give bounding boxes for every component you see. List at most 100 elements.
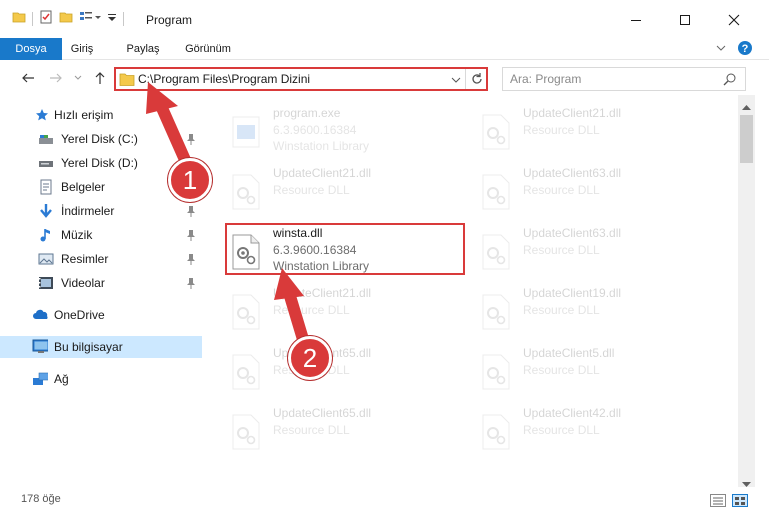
file-item[interactable]: UpdateClient21.dll Resource DLL (227, 285, 467, 337)
file-description: Resource DLL (273, 423, 350, 437)
sidebar-item-label: Yerel Disk (C:) (61, 132, 138, 146)
scroll-down-icon[interactable] (742, 477, 751, 491)
dll-file-icon (479, 293, 513, 331)
tab-file[interactable]: Dosya (0, 38, 62, 60)
search-box[interactable]: Ara: Program (502, 67, 746, 91)
file-description: Resource DLL (523, 183, 600, 197)
file-item[interactable]: UpdateClient19.dll Resource DLL (477, 285, 717, 337)
scroll-thumb[interactable] (740, 115, 753, 163)
file-name: UpdateClient65.dll (273, 406, 372, 420)
minimize-icon (631, 20, 641, 21)
details-view-icon[interactable] (710, 494, 726, 507)
file-name: UpdateClient63.dll (523, 226, 622, 240)
sidebar-item-drive-c[interactable]: Yerel Disk (C:) (0, 128, 202, 150)
file-description: Resource DLL (273, 183, 350, 197)
file-description: Winstation Library (273, 259, 370, 273)
forward-button[interactable] (46, 68, 66, 88)
file-item[interactable]: UpdateClient65.dll Resource DLL (227, 405, 467, 457)
status-bar: 178 öğe (0, 490, 769, 510)
search-icon[interactable] (723, 72, 737, 89)
sidebar-item-network[interactable]: Ağ (0, 368, 202, 390)
file-name: winsta.dll (273, 226, 323, 240)
file-item[interactable]: UpdateClient63.dll Resource DLL (477, 165, 717, 217)
sidebar-item-this-pc[interactable]: Bu bilgisayar (0, 336, 202, 358)
file-name: UpdateClient42.dll (523, 406, 622, 420)
file-version: 6.3.9600.16384 (273, 123, 357, 137)
exe-file-icon (229, 113, 263, 151)
sidebar-item-label: Yerel Disk (D:) (61, 156, 138, 170)
sidebar-item-onedrive[interactable]: OneDrive (0, 304, 202, 326)
file-name: UpdateClient21.dll (273, 166, 372, 180)
file-item-winsta-dll[interactable]: winsta.dll 6.3.9600.16384 Winstation Lib… (225, 223, 465, 275)
help-icon[interactable]: ? (737, 40, 753, 59)
item-count: 178 öğe (21, 493, 61, 505)
up-button[interactable] (90, 68, 110, 88)
vertical-scrollbar[interactable] (738, 95, 755, 487)
scroll-up-icon[interactable] (742, 99, 751, 113)
pin-icon[interactable] (186, 277, 196, 289)
quick-access-toolbar (12, 10, 124, 27)
file-description: Resource DLL (523, 363, 600, 377)
sidebar-item-pictures[interactable]: Resimler (0, 248, 202, 270)
search-input[interactable]: Ara: Program (510, 72, 581, 86)
sidebar-item-label: Hızlı erişim (54, 108, 114, 122)
folder-icon[interactable] (12, 10, 26, 27)
pin-icon[interactable] (186, 133, 196, 145)
maximize-button[interactable] (662, 0, 708, 40)
file-description: Resource DLL (523, 243, 600, 257)
address-bar[interactable]: C:\Program Files\Program Dizini (114, 67, 488, 91)
recent-locations-button[interactable] (72, 68, 84, 88)
file-description: Resource DLL (523, 423, 600, 437)
step-badge-1: 1 (168, 158, 212, 202)
file-name: UpdateClient21.dll (273, 286, 372, 300)
dll-file-icon (479, 233, 513, 271)
file-item[interactable]: UpdateClient21.dll Resource DLL (227, 165, 467, 217)
expand-ribbon-icon[interactable] (715, 42, 727, 57)
file-item[interactable]: UpdateClient65.dll Resource DLL (227, 345, 467, 397)
sidebar-item-music[interactable]: Müzik (0, 224, 202, 246)
chevron-down-icon[interactable] (451, 74, 461, 88)
document-icon (38, 179, 54, 195)
tab-home[interactable]: Giriş (62, 38, 102, 60)
file-item[interactable]: program.exe 6.3.9600.16384 Winstation Li… (227, 105, 467, 157)
minimize-button[interactable] (613, 0, 659, 40)
chevron-down-icon (74, 75, 82, 80)
sidebar-item-videos[interactable]: Videolar (0, 272, 202, 294)
music-icon (38, 227, 54, 243)
sidebar-item-quick-access[interactable]: Hızlı erişim (0, 104, 202, 126)
file-item[interactable]: UpdateClient5.dll Resource DLL (477, 345, 717, 397)
computer-icon (32, 339, 48, 355)
file-description: Winstation Library (273, 139, 370, 153)
network-icon (32, 371, 48, 387)
file-item[interactable]: UpdateClient63.dll Resource DLL (477, 225, 717, 277)
file-description: Resource DLL (523, 123, 600, 137)
refresh-icon[interactable] (469, 71, 485, 90)
view-options-icon[interactable] (79, 10, 101, 27)
window-title: Program (146, 13, 193, 27)
pin-icon[interactable] (186, 229, 196, 241)
ribbon-tabs: Dosya Giriş Paylaş Görünüm ? (0, 38, 769, 60)
back-button[interactable] (18, 68, 38, 88)
address-path[interactable]: C:\Program Files\Program Dizini (138, 72, 310, 86)
close-button[interactable] (711, 0, 757, 40)
sidebar-item-downloads[interactable]: İndirmeler (0, 200, 202, 222)
tiles-view-icon[interactable] (732, 494, 748, 507)
file-item[interactable]: UpdateClient21.dll Resource DLL (477, 105, 717, 157)
pin-icon[interactable] (186, 205, 196, 217)
new-folder-icon[interactable] (59, 10, 73, 27)
maximize-icon (680, 15, 690, 25)
sidebar-item-label: Videolar (61, 276, 105, 290)
separator (123, 11, 124, 26)
properties-icon[interactable] (39, 10, 53, 27)
dll-file-icon (229, 413, 263, 451)
sidebar-item-label: Bu bilgisayar (54, 340, 123, 354)
tab-share[interactable]: Paylaş (120, 38, 166, 60)
file-item[interactable]: UpdateClient42.dll Resource DLL (477, 405, 717, 457)
dll-file-icon (479, 353, 513, 391)
dll-file-icon (229, 353, 263, 391)
tab-view[interactable]: Görünüm (176, 38, 240, 60)
drive-icon (38, 155, 54, 171)
pin-icon[interactable] (186, 253, 196, 265)
customize-toolbar-icon[interactable] (107, 10, 117, 27)
sidebar-item-label: Ağ (54, 372, 69, 386)
